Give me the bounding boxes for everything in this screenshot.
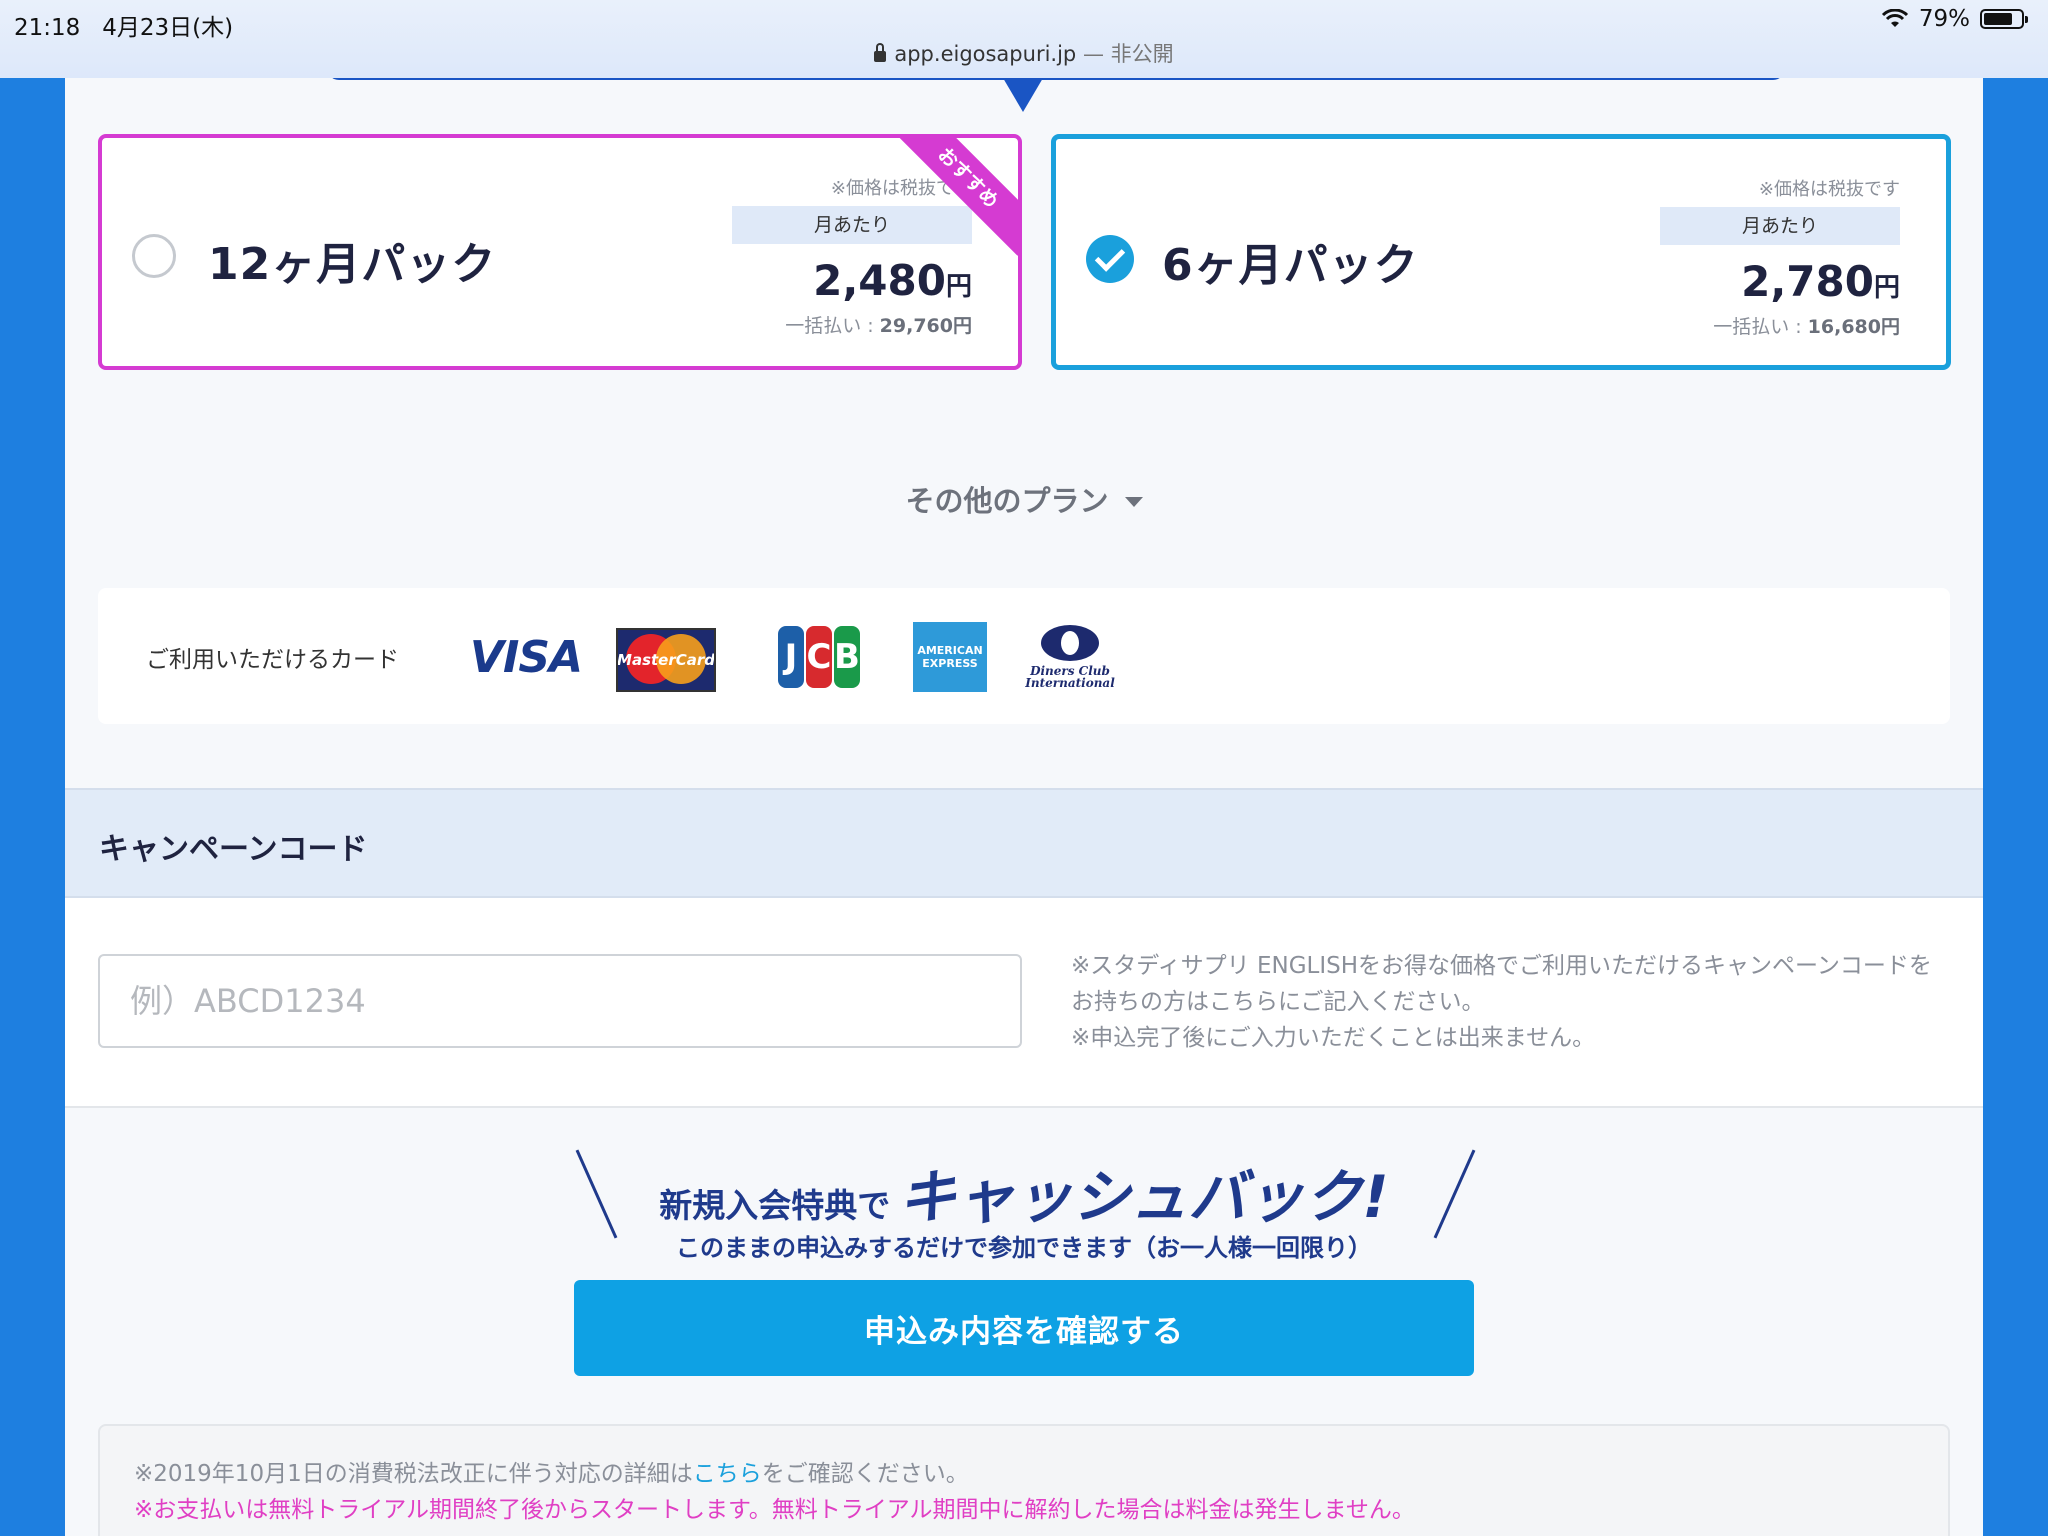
campaign-code-input[interactable] [98, 954, 1022, 1048]
url-separator: — [1076, 42, 1111, 66]
amex-icon: AMERICAN EXPRESS [913, 622, 987, 692]
monthly-price: 2,780円 [1741, 257, 1900, 306]
monthly-price: 2,480円 [813, 256, 972, 305]
per-month-label: 月あたり [1660, 207, 1900, 245]
campaign-note: ※スタディサプリ ENGLISHをお得な価格でご利用いただけるキャンペーンコード… [1071, 948, 1941, 1056]
payment-notice: ※お支払いは無料トライアル期間終了後からスタートします。無料トライアル期間中に解… [134, 1497, 1415, 1523]
campaign-section: ※スタディサプリ ENGLISHをお得な価格でご利用いただけるキャンペーンコード… [65, 898, 1983, 1108]
tax-note: ※価格は税抜です [830, 178, 972, 199]
battery-percent: 79% [1918, 6, 1970, 32]
status-time: 21:18 4月23日(木) [14, 15, 234, 41]
status-bar: 21:18 4月23日(木) 79% app.eigosapuri.jp — 非… [0, 0, 2048, 78]
lump-sum: 一括払い : 16,680円 [1713, 316, 1900, 338]
url-privacy: 非公開 [1110, 42, 1174, 66]
plan-card-6-month[interactable]: 6ヶ月パック ※価格は税抜です 月あたり 2,780円 一括払い : 16,68… [1051, 134, 1951, 370]
status-indicators: 79% [1881, 6, 2028, 32]
battery-icon [1980, 9, 2028, 29]
plan-name: 12ヶ月パック [208, 239, 497, 290]
other-plans-toggle[interactable]: その他のプラン [65, 478, 1983, 520]
tax-note: ※価格は税抜です [1758, 179, 1900, 200]
radio-unchecked[interactable] [132, 234, 176, 278]
tax-notice: ※2019年10月1日の消費税法改正に伴う対応の詳細はこちらをご確認ください。 [134, 1461, 969, 1487]
down-arrow-icon [1003, 78, 1043, 112]
plan-card-12-month[interactable]: 12ヶ月パック ※価格は税抜です 月あたり 2,480円 一括払い : 29,7… [98, 134, 1022, 370]
other-plans-label: その他のプラン [905, 484, 1109, 518]
per-month-label: 月あたり [732, 206, 972, 244]
cashback-headline: 新規入会特典で キャッシュバック! [659, 1163, 1389, 1231]
price-block: ※価格は税抜です 月あたり 2,480円 一括払い : 29,760円 [732, 174, 972, 338]
notice-box: ※2019年10月1日の消費税法改正に伴う対応の詳細はこちらをご確認ください。 … [98, 1424, 1950, 1536]
plan-name: 6ヶ月パック [1162, 240, 1419, 291]
accepted-cards-label: ご利用いただけるカード [146, 647, 399, 673]
lock-icon [874, 43, 887, 62]
campaign-title: キャンペーンコード [99, 832, 368, 867]
jcb-icon: JCB [778, 626, 862, 688]
campaign-note-1: ※スタディサプリ ENGLISHをお得な価格でご利用いただけるキャンペーンコード… [1071, 953, 1932, 1015]
url-bar[interactable]: app.eigosapuri.jp — 非公開 [0, 38, 2048, 68]
mastercard-icon: MasterCard [616, 628, 716, 692]
section-divider [327, 78, 1785, 80]
price-block: ※価格は税抜です 月あたり 2,780円 一括払い : 16,680円 [1660, 175, 1900, 339]
diners-icon: Diners Club International [1025, 622, 1115, 692]
main-panel: 12ヶ月パック ※価格は税抜です 月あたり 2,480円 一括払い : 29,7… [65, 78, 1983, 1536]
chevron-down-icon [1124, 497, 1143, 507]
url-domain: app.eigosapuri.jp [894, 42, 1077, 66]
details-link[interactable]: こちら [693, 1461, 762, 1487]
confirm-application-button[interactable]: 申込み内容を確認する [574, 1280, 1474, 1376]
cashback-subtext: このままの申込みするだけで参加できます（お一人様一回限り） [676, 1234, 1372, 1262]
accepted-cards: ご利用いただけるカード VISA MasterCard JCB AMERICAN… [98, 588, 1950, 724]
cashback-highlight: キャッシュバック! [898, 1163, 1389, 1231]
campaign-note-2: ※申込完了後にご入力いただくことは出来ません。 [1071, 1025, 1596, 1051]
campaign-section-header: キャンペーンコード [65, 788, 1983, 898]
visa-icon: VISA [469, 631, 583, 683]
check-icon[interactable] [1086, 235, 1134, 283]
wifi-icon [1881, 9, 1908, 27]
lump-sum: 一括払い : 29,760円 [785, 315, 972, 337]
